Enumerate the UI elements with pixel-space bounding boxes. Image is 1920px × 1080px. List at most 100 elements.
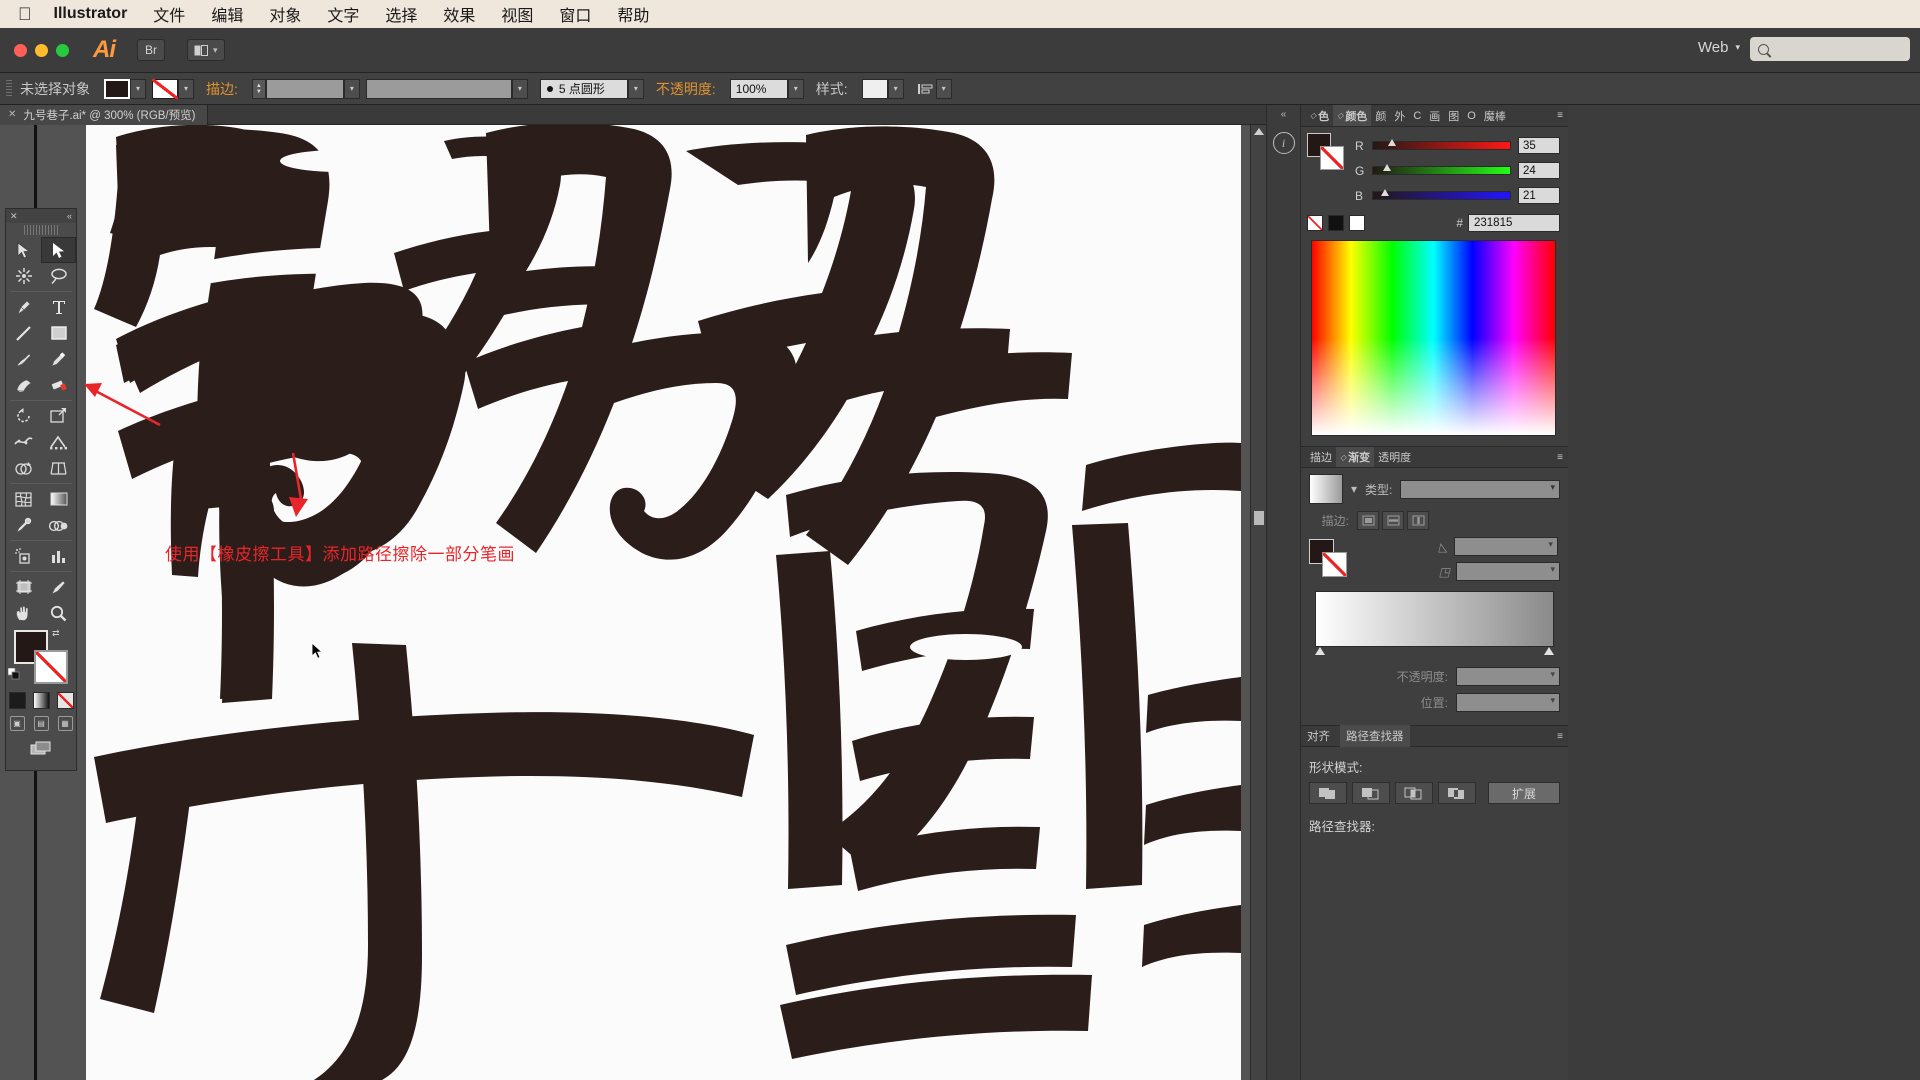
fill-swatch-dropdown[interactable]: ▾ — [130, 78, 146, 99]
none-color-button[interactable] — [1307, 215, 1323, 231]
canvas-vertical-scrollbar[interactable] — [1250, 125, 1266, 1080]
gradient-panel-tab-strip[interactable]: 描边 ◇ 渐变 透明度 ≡ — [1301, 446, 1568, 468]
toolbox-panel[interactable]: ✕ « ⇄ ▣ ▤ ▦ — [5, 208, 77, 771]
menu-item-type[interactable]: 文字 — [327, 2, 359, 26]
color-panel-tab-strip[interactable]: ◇ 色 ◇ 颜色 颜 外 C 画 图 O 魔棒 ≡ — [1301, 105, 1568, 127]
shape-mode-buttons[interactable]: 扩展 — [1309, 782, 1560, 804]
toolbox-color-controls[interactable]: ⇄ — [6, 626, 76, 688]
shape-builder-tool[interactable] — [6, 455, 41, 481]
tab-layers[interactable]: 图 — [1444, 105, 1463, 126]
close-icon[interactable]: ✕ — [8, 109, 16, 120]
graphic-style-swatch[interactable] — [861, 78, 888, 99]
pen-tool[interactable] — [6, 294, 41, 320]
align-icon[interactable] — [916, 80, 936, 98]
info-icon[interactable]: i — [1272, 132, 1295, 154]
free-transform-tool[interactable] — [41, 429, 76, 455]
collapse-icon[interactable]: « — [67, 211, 72, 221]
gradient-angle-input[interactable] — [1453, 537, 1558, 556]
tab-pathfinder[interactable]: 路径查找器 — [1340, 725, 1410, 747]
tab-brushes[interactable]: 画 — [1425, 105, 1444, 126]
arrange-documents-icon[interactable] — [187, 39, 225, 61]
gradient-stop-slider[interactable] — [1315, 647, 1554, 661]
pencil-tool[interactable] — [41, 346, 76, 372]
scroll-up-arrow-icon[interactable] — [1254, 128, 1264, 135]
screen-mode-buttons[interactable]: ▣ ▤ ▦ — [6, 713, 76, 735]
search-input[interactable] — [1750, 37, 1910, 61]
black-color-button[interactable] — [1328, 215, 1344, 231]
change-screen-mode-icon[interactable] — [6, 735, 76, 755]
lasso-tool[interactable] — [41, 263, 76, 289]
apple-icon[interactable]:  — [18, 5, 32, 23]
swap-fill-stroke-icon[interactable]: ⇄ — [52, 628, 60, 639]
type-tool[interactable] — [41, 294, 76, 320]
color-panel-stroke-swatch[interactable] — [1320, 146, 1344, 170]
tab-appearance[interactable]: 外 — [1390, 105, 1409, 126]
menu-item-edit[interactable]: 编辑 — [211, 2, 243, 26]
stroke-weight-field[interactable] — [265, 78, 344, 99]
tab-stroke[interactable]: 描边 — [1306, 447, 1336, 467]
gradient-ramp[interactable] — [1315, 591, 1554, 647]
gradient-across-stroke-icon[interactable] — [1407, 511, 1429, 530]
gradient-stroke-buttons[interactable] — [1357, 511, 1429, 530]
graphic-style-dropdown[interactable]: ▾ — [887, 78, 904, 99]
brush-definition-dropdown[interactable]: ▾ — [627, 78, 644, 99]
gradient-type-select[interactable] — [1400, 479, 1560, 499]
close-icon[interactable]: ✕ — [10, 211, 18, 222]
rotate-tool[interactable] — [6, 403, 41, 429]
normal-screen-mode-icon[interactable]: ▣ — [9, 716, 25, 731]
gradient-along-stroke-icon[interactable] — [1382, 511, 1404, 530]
menu-item-select[interactable]: 选择 — [385, 2, 417, 26]
document-tab[interactable]: ✕ 九号巷子.ai* @ 300% (RGB/预览) — [0, 104, 209, 125]
line-segment-tool[interactable] — [6, 320, 41, 346]
slider-track-b[interactable] — [1372, 189, 1511, 200]
tab-gradient[interactable]: ◇ 渐变 — [1336, 447, 1375, 467]
full-screen-mode-icon[interactable]: ▦ — [57, 716, 73, 731]
slice-tool[interactable] — [41, 574, 76, 600]
color-swatch-button[interactable] — [8, 692, 26, 709]
minimize-window-button[interactable] — [35, 43, 48, 57]
stroke-weight-dropdown[interactable]: ▾ — [343, 78, 360, 99]
slider-track-r[interactable] — [1372, 139, 1511, 150]
channel-value-g[interactable]: 24 — [1518, 162, 1560, 179]
color-mode-buttons[interactable] — [6, 688, 76, 713]
tab-magic-wand[interactable]: 魔棒 — [1480, 105, 1510, 126]
gradient-stroke-swatch[interactable] — [1322, 552, 1347, 577]
selection-tool[interactable] — [6, 237, 41, 263]
default-fill-stroke-icon[interactable] — [8, 668, 20, 680]
canvas-area[interactable]: 使用【橡皮擦工具】添加路径擦除一部分笔画 — [0, 125, 1266, 1080]
zoom-tool[interactable] — [41, 600, 76, 626]
gradient-tool[interactable] — [41, 486, 76, 512]
pathfinder-panel-tab-strip[interactable]: 对齐 路径查找器 ≡ — [1301, 725, 1568, 747]
channel-value-r[interactable]: 35 — [1518, 137, 1560, 154]
bridge-button[interactable]: Br — [137, 39, 165, 61]
gradient-stop-end[interactable] — [1544, 647, 1554, 655]
hex-input[interactable]: 231815 — [1468, 214, 1560, 232]
align-dropdown[interactable]: ▾ — [935, 78, 952, 99]
menu-item-effect[interactable]: 效果 — [443, 2, 475, 26]
slider-track-g[interactable] — [1372, 164, 1511, 175]
panel-menu-icon[interactable]: ≡ — [1557, 452, 1568, 463]
gradient-stop-start[interactable] — [1315, 647, 1325, 655]
scrollbar-thumb[interactable] — [1254, 511, 1264, 525]
eraser-tool[interactable] — [41, 372, 76, 398]
gradient-opacity-input[interactable] — [1456, 667, 1560, 686]
workspace-switcher[interactable]: Web ▾ — [1698, 39, 1740, 56]
stroke-profile-dropdown[interactable]: ▾ — [511, 78, 528, 99]
width-tool[interactable] — [6, 429, 41, 455]
gradient-fill-stroke-swatches[interactable] — [1309, 539, 1349, 579]
rectangle-tool[interactable] — [41, 320, 76, 346]
stroke-swatch-dropdown[interactable]: ▾ — [178, 78, 194, 99]
control-bar-grip[interactable] — [6, 79, 12, 98]
minus-front-icon[interactable] — [1352, 782, 1390, 804]
menu-item-help[interactable]: 帮助 — [617, 2, 649, 26]
menu-item-view[interactable]: 视图 — [501, 2, 533, 26]
tab-color-guide[interactable]: 颜 — [1371, 105, 1390, 126]
toolbox-header[interactable]: ✕ « — [6, 209, 76, 223]
scale-tool[interactable] — [41, 403, 76, 429]
fill-color-swatch[interactable] — [104, 78, 130, 99]
paintbrush-tool[interactable] — [6, 346, 41, 372]
window-controls[interactable] — [14, 43, 69, 57]
close-window-button[interactable] — [14, 43, 27, 57]
channel-value-b[interactable]: 21 — [1518, 187, 1560, 204]
double-chevron-left-icon[interactable]: « — [1267, 105, 1300, 120]
